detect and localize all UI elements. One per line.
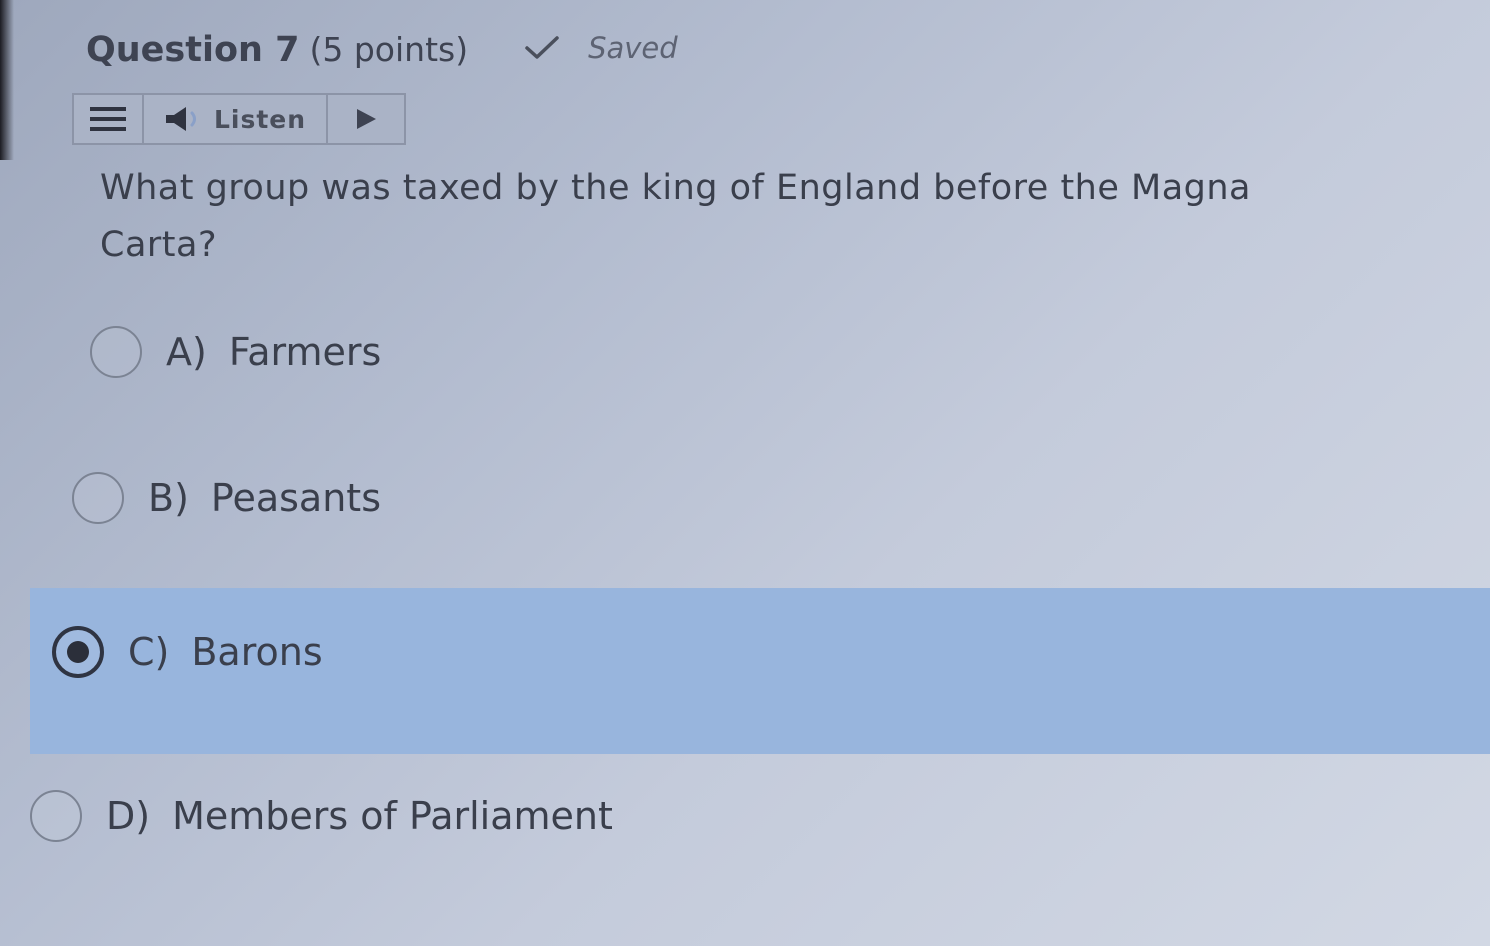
option-letter: C): [128, 630, 170, 674]
option-letter: B): [148, 476, 189, 520]
play-icon: [357, 109, 376, 129]
listen-button[interactable]: Listen: [144, 95, 328, 143]
play-button[interactable]: [328, 95, 404, 143]
option-letter: D): [106, 794, 151, 838]
option-a[interactable]: A) Farmers: [90, 326, 381, 378]
option-label: Members of Parliament: [172, 794, 613, 838]
speaker-icon: [165, 107, 196, 131]
option-d[interactable]: D) Members of Parliament: [30, 790, 613, 842]
read-aloud-toolbar: Listen: [72, 93, 406, 145]
radio-button-d[interactable]: [30, 790, 82, 842]
question-points: (5 points): [309, 30, 469, 69]
option-c[interactable]: C) Barons: [52, 626, 323, 678]
option-label: Peasants: [210, 476, 381, 520]
menu-icon: [90, 107, 126, 131]
option-b[interactable]: B) Peasants: [72, 472, 381, 524]
radio-button-c-selected[interactable]: [52, 626, 104, 678]
save-status: Saved: [524, 31, 678, 65]
option-label: Farmers: [228, 330, 382, 374]
screen-edge-shadow: [0, 0, 14, 160]
radio-button-b[interactable]: [72, 472, 124, 524]
option-label: Barons: [191, 630, 323, 674]
listen-label: Listen: [213, 104, 307, 134]
radio-selected-dot: [67, 641, 89, 663]
question-title: Question 7: [86, 30, 300, 70]
question-header: Question 7 (5 points) Saved: [86, 30, 678, 70]
toolbar-menu-button[interactable]: [74, 95, 144, 143]
option-letter: A): [166, 330, 207, 374]
radio-button-a[interactable]: [90, 326, 142, 378]
question-text: What group was taxed by the king of Engl…: [100, 168, 1252, 265]
check-icon: [525, 36, 559, 59]
saved-label: Saved: [588, 31, 678, 65]
